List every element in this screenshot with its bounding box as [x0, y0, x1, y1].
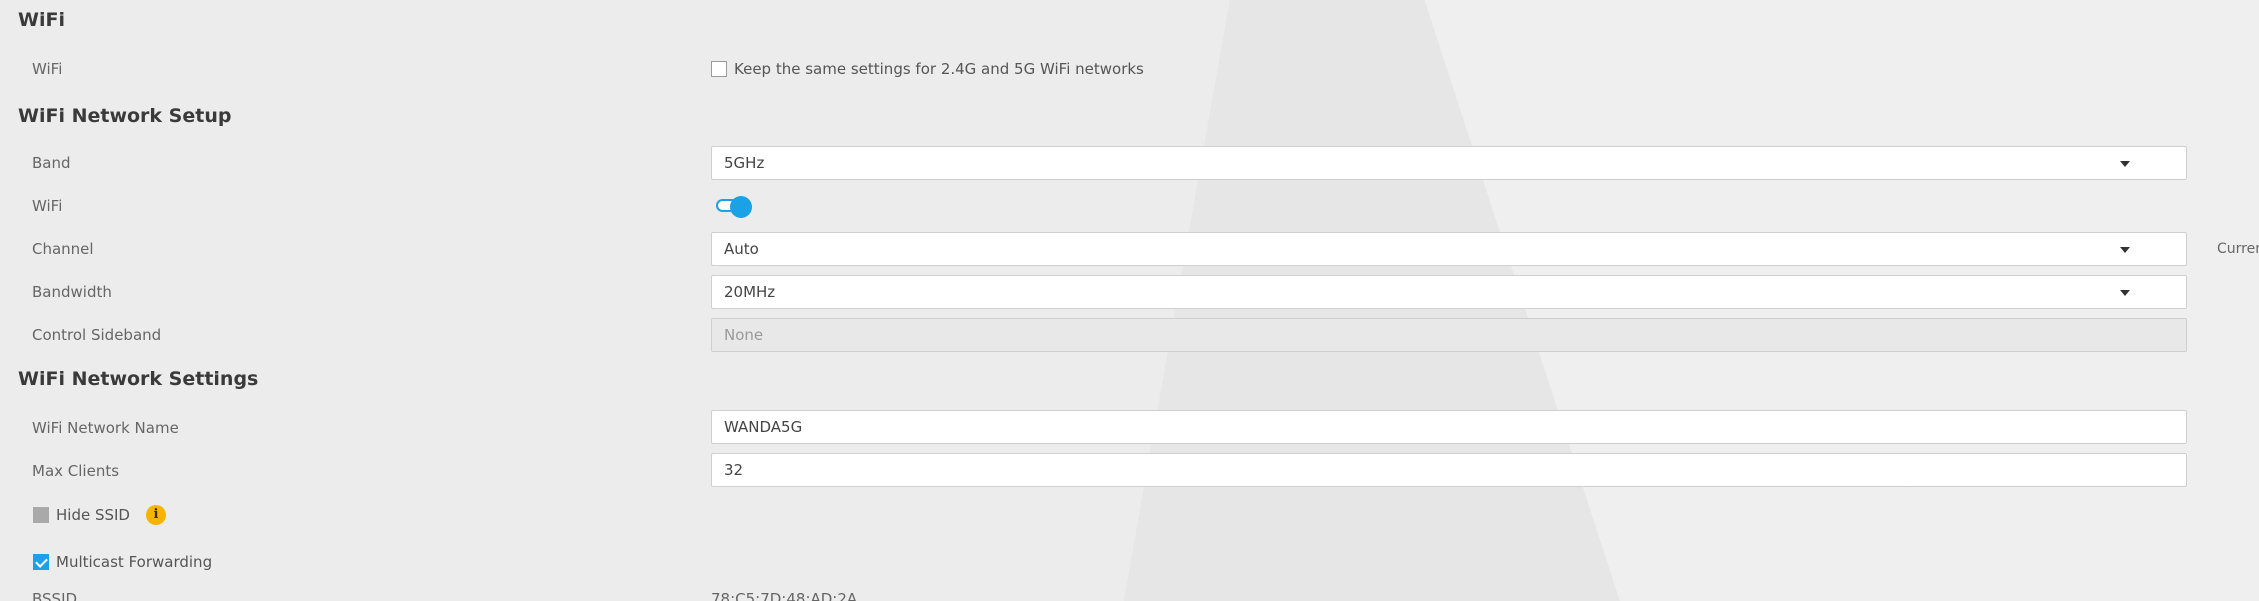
- max-clients-label: Max Clients: [32, 462, 120, 480]
- section-title-setup: WiFi Network Setup: [18, 105, 232, 127]
- wifi-toggle-label: WiFi: [32, 197, 63, 215]
- same-settings-label: Keep the same settings for 2.4G and 5G W…: [734, 60, 1144, 78]
- wifi-label: WiFi: [32, 60, 63, 78]
- sideband-label: Control Sideband: [32, 326, 162, 344]
- section-title-wifi: WiFi: [18, 9, 65, 31]
- channel-value: Auto: [724, 240, 759, 258]
- sideband-field: None: [711, 318, 2187, 352]
- bandwidth-select[interactable]: 20MHz: [711, 275, 2187, 309]
- wifi-toggle-knob[interactable]: [730, 196, 752, 218]
- chevron-down-icon: [2120, 247, 2130, 253]
- chevron-down-icon: [2120, 161, 2130, 167]
- same-settings-checkbox[interactable]: [711, 61, 727, 77]
- hide-ssid-checkbox[interactable]: [33, 507, 49, 523]
- max-clients-input[interactable]: 32: [711, 453, 2187, 487]
- chevron-down-icon: [2120, 290, 2130, 296]
- network-name-label: WiFi Network Name: [32, 419, 179, 437]
- sideband-value: None: [724, 326, 764, 344]
- band-label: Band: [32, 154, 71, 172]
- multicast-checkbox[interactable]: [33, 554, 49, 570]
- info-icon[interactable]: i: [146, 505, 166, 525]
- bandwidth-label: Bandwidth: [32, 283, 112, 301]
- network-name-value: WANDA5G: [724, 418, 803, 436]
- band-value: 5GHz: [724, 154, 765, 172]
- bssid-value: 78:C5:7D:48:AD:2A: [711, 590, 858, 601]
- max-clients-value: 32: [724, 461, 744, 479]
- channel-label: Channel: [32, 240, 94, 258]
- bssid-label: BSSID: [32, 590, 78, 601]
- bandwidth-value: 20MHz: [724, 283, 776, 301]
- section-title-settings: WiFi Network Settings: [18, 368, 259, 390]
- band-select[interactable]: 5GHz: [711, 146, 2187, 180]
- channel-select[interactable]: Auto: [711, 232, 2187, 266]
- multicast-label: Multicast Forwarding: [56, 553, 213, 571]
- channel-current-text: Curren: [2217, 241, 2259, 257]
- network-name-input[interactable]: WANDA5G: [711, 410, 2187, 444]
- hide-ssid-label: Hide SSID: [56, 506, 130, 524]
